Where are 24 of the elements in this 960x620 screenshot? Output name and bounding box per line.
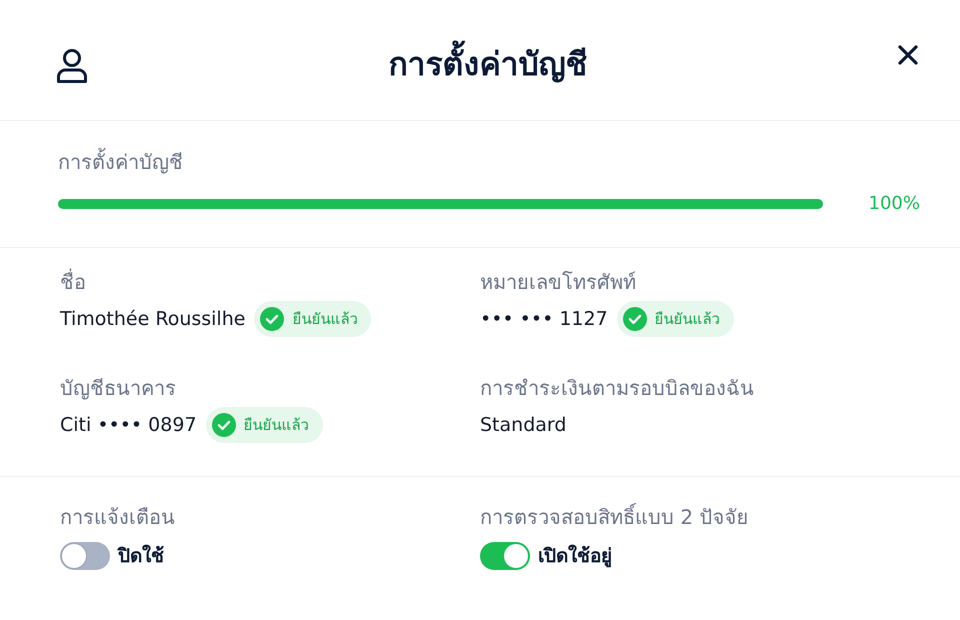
verified-label: ยืนยันแล้ว: [244, 415, 309, 435]
field-value: Citi •••• 0897: [60, 413, 197, 438]
check-circle-icon: [260, 307, 284, 331]
verified-label: ยืนยันแล้ว: [654, 309, 720, 329]
field-label: บัญชีธนาคาร: [60, 375, 177, 401]
progress-percent: 100%: [868, 193, 920, 215]
toggle-switch[interactable]: [480, 542, 530, 570]
field-value: Timothée Roussilhe: [60, 307, 246, 332]
user-icon: [56, 48, 88, 82]
toggle-label: การแจ้งเตือน: [60, 504, 176, 530]
field-value: Standard: [480, 413, 566, 438]
toggle-state-text: เปิดใช้อยู่: [538, 544, 612, 569]
field-label: ชื่อ: [60, 269, 87, 295]
check-circle-icon: [212, 413, 236, 437]
progress-label: การตั้งค่าบัญชี: [58, 149, 920, 175]
toggle-label: การตรวจสอบสิทธิ์แบบ 2 ปัจจัย: [480, 504, 750, 530]
toggle-switch[interactable]: [60, 542, 110, 570]
check-circle-icon: [622, 307, 647, 331]
verified-label: ยืนยันแล้ว: [292, 309, 358, 329]
toggle-state-text: ปิดใช้: [118, 544, 164, 569]
field-label: หมายเลขโทรศัพท์: [480, 269, 637, 295]
field-value: ••• ••• 1127: [480, 307, 608, 332]
field-label: การชำระเงินตามรอบบิลของฉัน: [480, 375, 755, 401]
window-title: การตั้งค่าบัญชี: [388, 42, 588, 86]
